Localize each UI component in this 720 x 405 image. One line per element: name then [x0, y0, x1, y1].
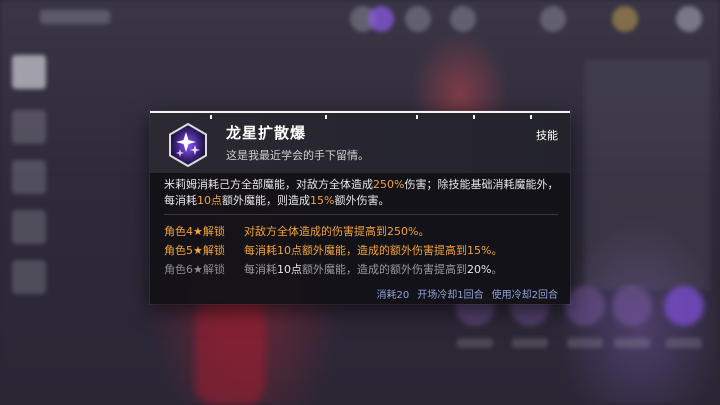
unlock-row-6star: 角色6★解锁 每消耗10点额外魔能，造成的额外伤害提高到20%。 — [164, 263, 502, 277]
skill-label-blurred — [512, 338, 548, 348]
side-tab-blurred[interactable] — [12, 110, 46, 144]
desc-value: 10点 — [197, 194, 222, 207]
side-tab-blurred[interactable] — [12, 55, 46, 89]
side-tab-blurred[interactable] — [12, 210, 46, 244]
divider — [164, 214, 558, 215]
skill-label-blurred — [614, 338, 650, 348]
skill-slot-blurred[interactable] — [565, 286, 605, 326]
header-tick — [325, 115, 327, 119]
unlock-value: 10点 — [277, 263, 302, 276]
header-tick — [473, 115, 475, 119]
unlock-value: 250% — [387, 225, 419, 238]
unlock-condition: 角色5★解锁 — [164, 244, 225, 257]
header-tick — [210, 115, 212, 119]
skill-footer: 消耗20 开场冷却1回合 使用冷却2回合 — [369, 286, 558, 301]
character-blurred — [195, 300, 265, 405]
energy-orb-blurred[interactable] — [368, 6, 394, 32]
energy-cost: 消耗20 — [376, 290, 410, 301]
unlock-text: 额外魔能，造成的额外伤害提高到 — [302, 244, 467, 257]
skill-description: 米莉姆消耗己方全部魔能，对敌方全体造成250%伤害；除技能基础消耗魔能外， 每消… — [164, 177, 559, 209]
unlock-condition: 角色6★解锁 — [164, 263, 225, 276]
unlock-value: 15% — [467, 244, 492, 257]
unlock-row-5star: 角色5★解锁 每消耗10点额外魔能，造成的额外伤害提高到15%。 — [164, 244, 502, 258]
unlock-value: 10点 — [277, 244, 302, 257]
desc-text: 额外伤害。 — [334, 194, 390, 207]
unlock-text: 每消耗 — [244, 263, 277, 276]
unlock-text: 每消耗 — [244, 244, 277, 257]
top-button-blurred[interactable] — [540, 6, 566, 32]
unlock-value: 20% — [467, 263, 492, 276]
header-tick — [416, 115, 418, 119]
unlock-condition: 角色4★解锁 — [164, 225, 225, 238]
skill-slot-selected-blurred[interactable] — [664, 286, 704, 326]
unlock-text: 。 — [418, 225, 430, 238]
skill-tooltip: 龙星扩散爆 这是我最近学会的手下留情。 技能 米莉姆消耗己方全部魔能，对敌方全体… — [150, 111, 570, 304]
purple-star-burst-icon — [169, 123, 207, 167]
skill-label-blurred — [666, 338, 702, 348]
skill-type-label: 技能 — [536, 129, 558, 142]
header-tick — [530, 115, 532, 119]
desc-value: 250% — [373, 178, 405, 191]
use-cooldown: 使用冷却2回合 — [491, 290, 558, 301]
desc-text: 伤害；除技能基础消耗魔能外， — [404, 178, 559, 191]
desc-text: 米莉姆消耗己方全部魔能，对敌方全体造成 — [164, 178, 373, 191]
opening-cooldown: 开场冷却1回合 — [417, 290, 484, 301]
side-tab-blurred[interactable] — [12, 160, 46, 194]
skill-label-blurred — [567, 338, 603, 348]
unlock-row-4star: 角色4★解锁 对敌方全体造成的伤害提高到250%。 — [164, 225, 429, 239]
skill-subtitle: 这是我最近学会的手下留情。 — [226, 149, 369, 162]
unlock-text: 额外魔能，造成的额外伤害提高到 — [302, 263, 467, 276]
desc-value: 15% — [310, 194, 335, 207]
side-tab-blurred[interactable] — [12, 260, 46, 294]
unlock-text: 。 — [491, 244, 503, 257]
desc-text: 额外魔能，则造成 — [222, 194, 310, 207]
player-name-blurred — [40, 10, 110, 24]
right-panel-blurred — [585, 60, 710, 290]
skill-name: 龙星扩散爆 — [226, 124, 307, 142]
unlock-text: 。 — [491, 263, 503, 276]
unlock-text: 对敌方全体造成的伤害提高到 — [244, 225, 387, 238]
gold-button-blurred[interactable] — [612, 6, 638, 32]
menu-button-blurred[interactable] — [676, 6, 702, 32]
skill-label-blurred — [457, 338, 493, 348]
desc-text: 每消耗 — [164, 194, 197, 207]
top-button-blurred[interactable] — [450, 6, 476, 32]
skill-slot-blurred[interactable] — [612, 286, 652, 326]
top-button-blurred[interactable] — [405, 6, 431, 32]
tooltip-header: 龙星扩散爆 这是我最近学会的手下留情。 技能 — [150, 111, 570, 173]
